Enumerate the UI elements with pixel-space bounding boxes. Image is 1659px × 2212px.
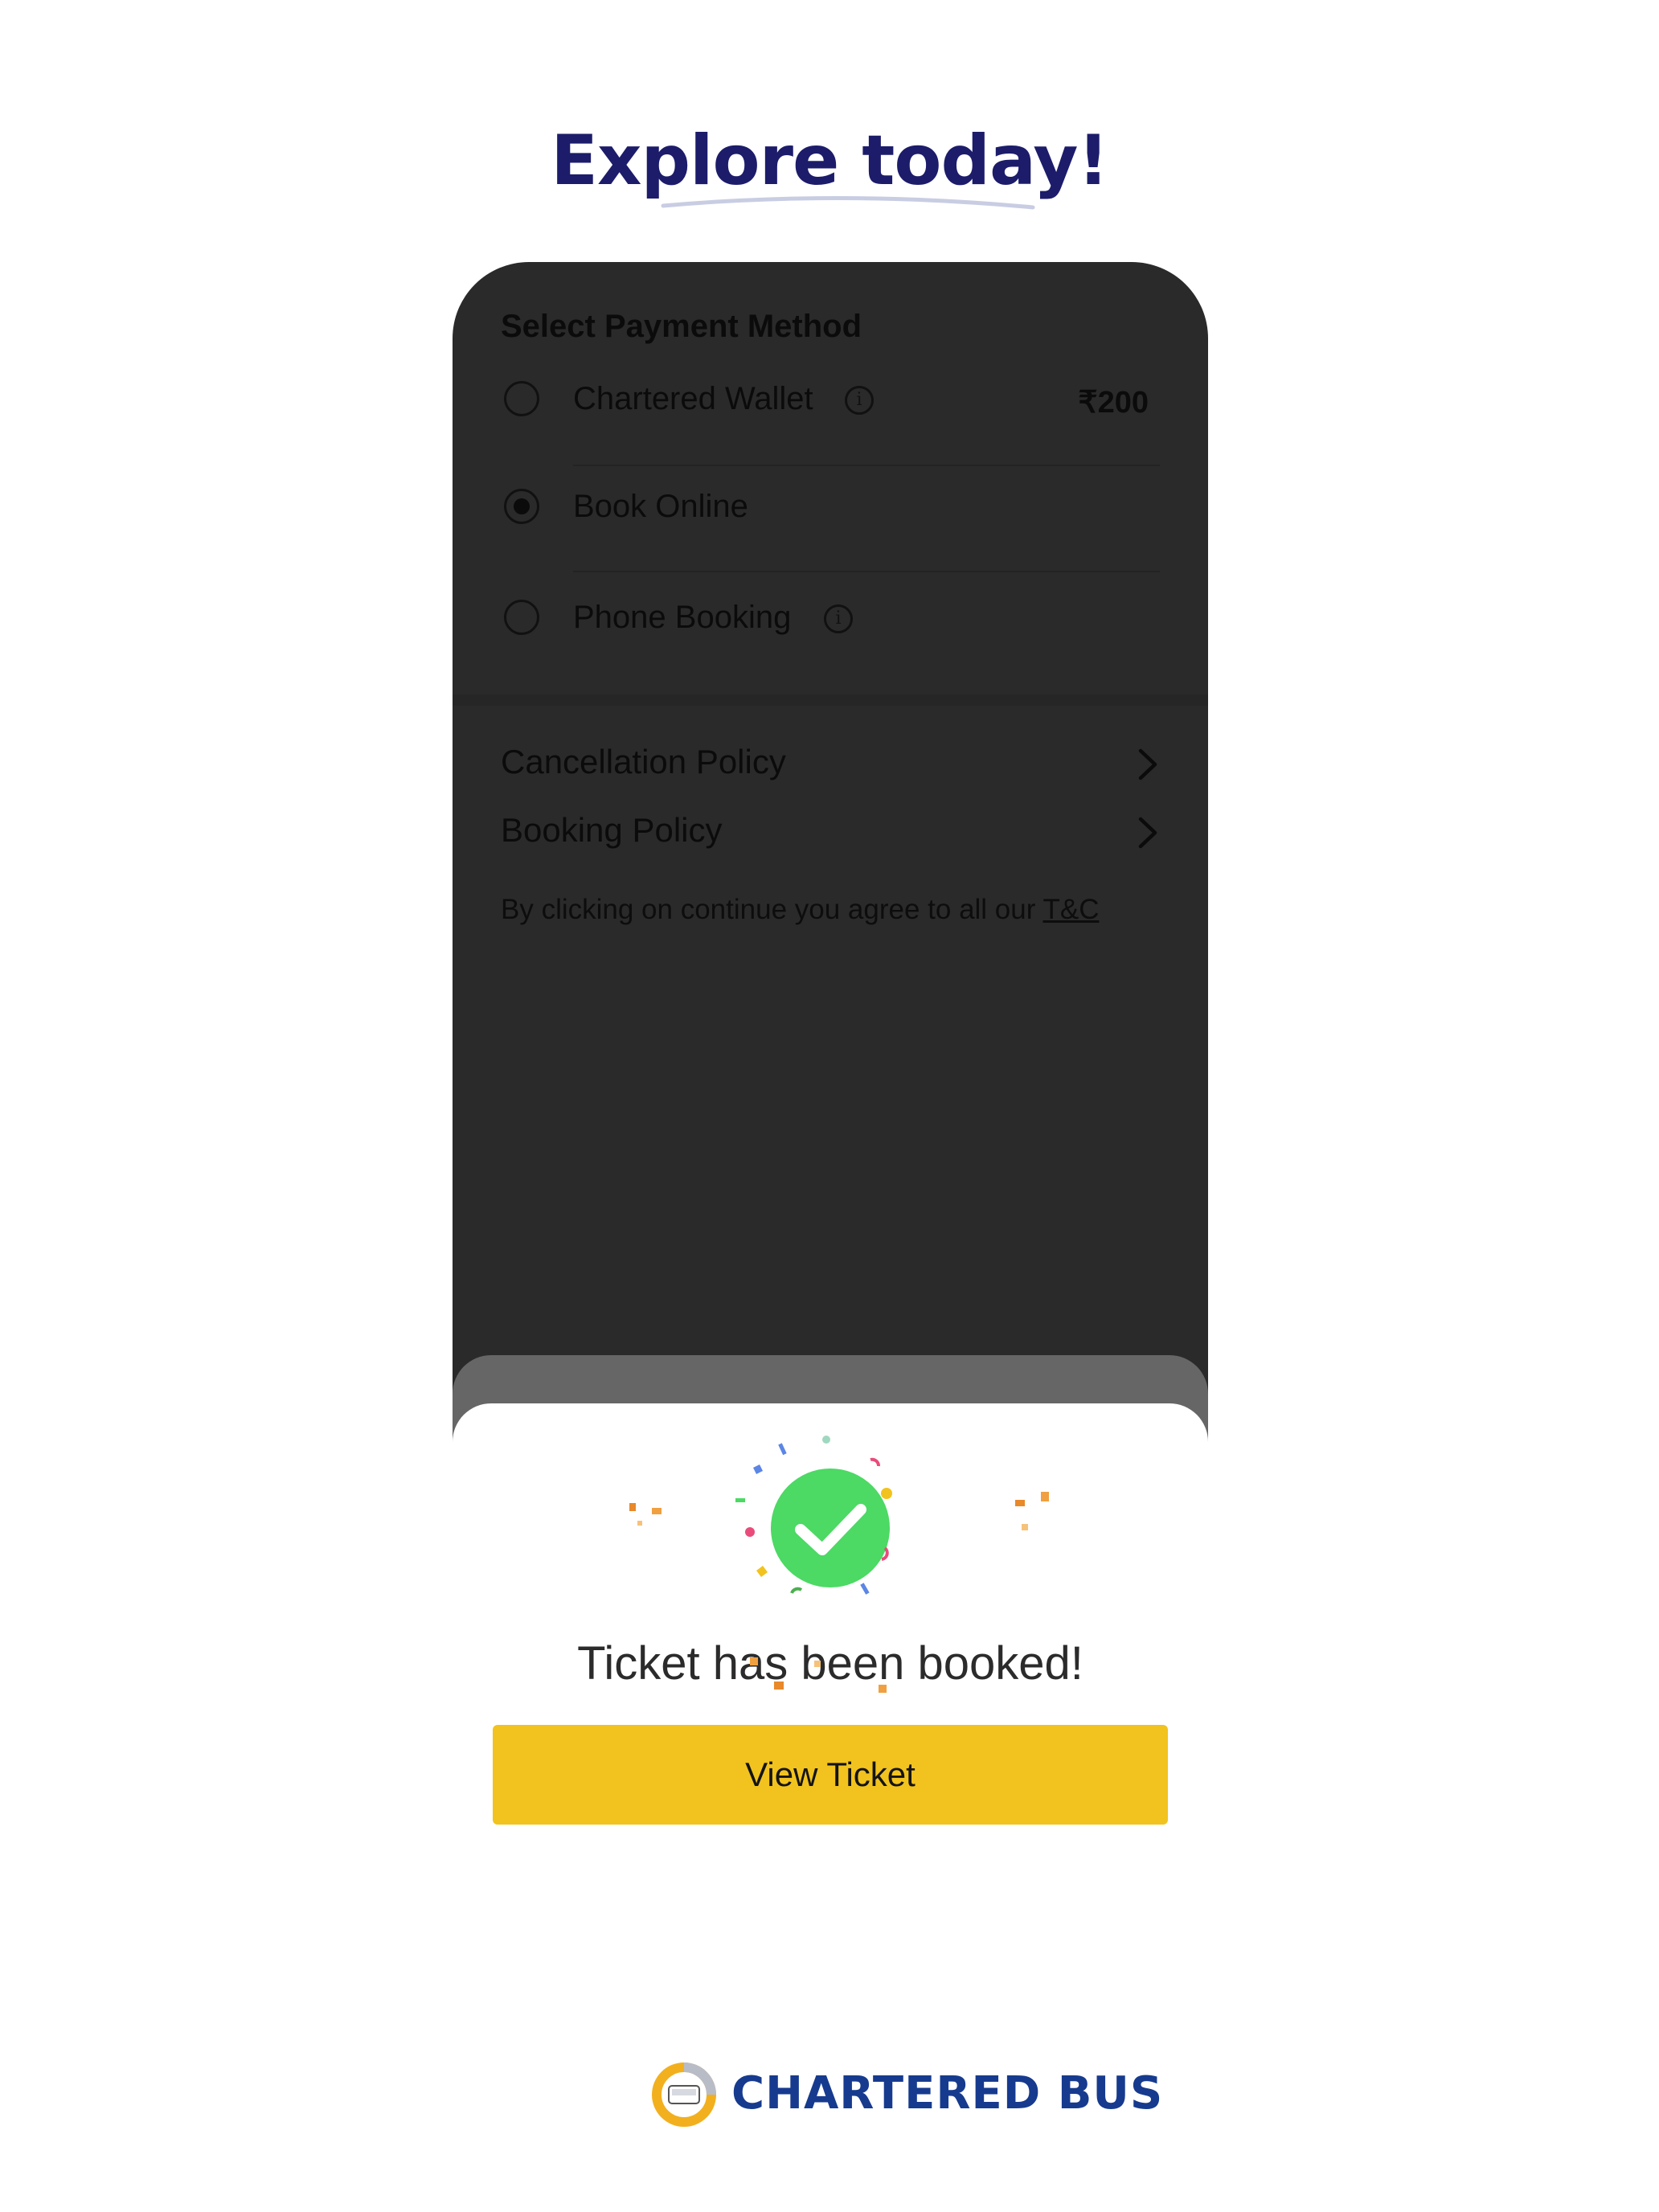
confetti-decoration (629, 1503, 662, 1526)
payment-option-label: Book Online (573, 489, 748, 524)
payment-option-chartered-wallet[interactable]: Chartered Wallet i ₹200 (453, 358, 1208, 439)
payment-option-label: Phone Booking (573, 600, 792, 635)
wallet-balance: ₹200 (1078, 386, 1149, 420)
payment-option-label: Chartered Wallet (573, 381, 813, 416)
chevron-right-icon (1138, 748, 1157, 780)
payment-option-book-online[interactable]: Book Online (453, 465, 1208, 545)
view-ticket-button[interactable]: View Ticket (493, 1725, 1168, 1825)
terms-link[interactable]: T&C (1043, 894, 1100, 925)
brand-name: CHARTERED BUS (731, 2067, 1164, 2120)
radio-button-selected[interactable] (504, 489, 539, 524)
headline-swash (661, 195, 1035, 210)
payment-method-title: Select Payment Method (501, 309, 862, 344)
confetti-decoration (1015, 1492, 1049, 1530)
success-bottom-sheet: Ticket has been booked! View Ticket (453, 1403, 1208, 1862)
terms-prefix: By clicking on continue you agree to all… (501, 894, 1043, 925)
policy-label: Cancellation Policy (501, 743, 786, 780)
policy-label: Booking Policy (501, 811, 723, 849)
cancellation-policy-link[interactable]: Cancellation Policy (501, 736, 1160, 793)
payment-option-phone-booking[interactable]: Phone Booking i (453, 576, 1208, 656)
chevron-right-icon (1138, 817, 1157, 849)
divider (573, 571, 1160, 572)
section-separator (453, 694, 1208, 706)
confetti-decoration (750, 1657, 887, 1693)
radio-button[interactable] (504, 600, 539, 635)
info-icon[interactable]: i (845, 386, 874, 415)
check-circle-icon (735, 1436, 892, 1595)
booking-policy-link[interactable]: Booking Policy (501, 805, 1160, 861)
brand-footer: CHARTERED BUS (651, 2058, 1162, 2130)
phone-screen: Select Payment Method Chartered Wallet i… (453, 262, 1208, 1862)
terms-text: By clicking on continue you agree to all… (501, 894, 1100, 926)
radio-button[interactable] (504, 381, 539, 416)
info-icon[interactable]: i (824, 604, 853, 633)
chartered-bus-logo-icon (652, 2062, 716, 2127)
